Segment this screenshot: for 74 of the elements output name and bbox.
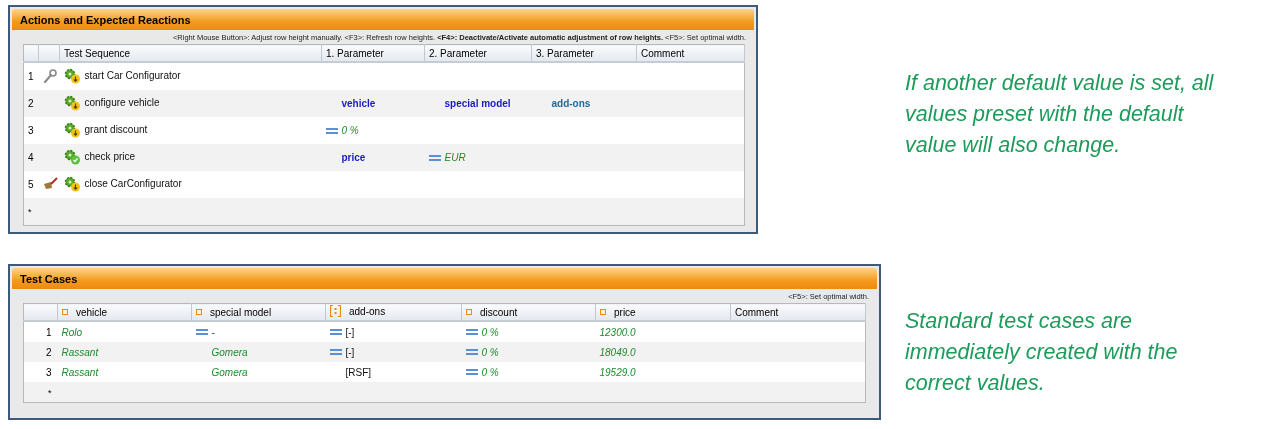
header-cell <box>38 44 60 62</box>
header-cell <box>23 303 58 321</box>
gear-check-icon <box>63 148 81 165</box>
cell-text: EUR <box>444 152 466 164</box>
caption: Standard test cases are immediately created with the correct values. <box>905 308 1179 397</box>
new-row-marker: * <box>28 207 32 217</box>
equals-icon <box>428 154 441 161</box>
column-header[interactable]: vehicle <box>57 303 192 321</box>
cell-text: 0 % <box>481 346 499 358</box>
variable-icon <box>600 309 606 316</box>
cell-text: Gomera <box>210 366 248 378</box>
gear-arrow-icon <box>63 94 81 111</box>
step-name: start Car Configurator <box>84 70 181 81</box>
step-name: close CarConfigurator <box>84 178 182 189</box>
row-number: 3 <box>23 362 58 382</box>
cell-text: Rassant <box>61 346 99 358</box>
column-header[interactable]: Comment <box>730 303 866 321</box>
row-number: 1 <box>23 321 58 342</box>
gear-arrow-icon <box>63 67 81 84</box>
equals-icon <box>465 329 478 336</box>
row-number: 3 <box>23 117 39 144</box>
wrench-icon <box>42 68 57 83</box>
column-header[interactable]: 1. Parameter <box>321 44 425 62</box>
column-header[interactable]: Test Sequence <box>59 44 322 62</box>
panel-title: Actions and Expected Reactions <box>12 9 754 30</box>
equals-icon <box>325 127 338 134</box>
list-icon <box>330 305 341 317</box>
row-number: 1 <box>23 62 39 90</box>
equals-icon <box>195 329 208 336</box>
column-header[interactable]: 3. Parameter <box>531 44 637 62</box>
cell-text: add-ons <box>550 98 591 109</box>
caption: If another default value is set, all values preset with the default value will also change. <box>905 70 1215 159</box>
equals-icon <box>465 349 478 356</box>
equals-icon <box>329 329 342 336</box>
cell-text: 18049.0 <box>599 346 636 358</box>
variable-icon <box>466 309 472 316</box>
broom-icon <box>42 177 58 190</box>
step-name: check price <box>84 151 136 162</box>
cell-text: Rassant <box>61 366 99 378</box>
row-number: 2 <box>23 90 39 117</box>
cell-text: 0 % <box>481 326 499 338</box>
column-header[interactable]: discount <box>461 303 596 321</box>
cell-text: 0 % <box>341 125 359 137</box>
step-name: configure vehicle <box>84 97 160 108</box>
new-row-marker: * <box>48 387 52 398</box>
cell-text: vehicle <box>340 98 376 109</box>
cell-text: [-] <box>345 346 355 358</box>
cell-text: special model <box>443 98 511 109</box>
row-number: 5 <box>23 171 39 198</box>
column-header[interactable]: special model <box>191 303 326 321</box>
cell-text: 0 % <box>481 366 499 378</box>
column-header[interactable]: Comment <box>636 44 745 62</box>
cell-text: - <box>211 326 215 338</box>
gear-arrow-icon <box>63 121 81 138</box>
column-header[interactable]: add-ons <box>325 303 462 321</box>
column-header[interactable]: 2. Parameter <box>424 44 532 62</box>
cell-text: 19529.0 <box>599 366 636 378</box>
cell-text: Gomera <box>210 346 248 358</box>
cell-text: Rolo <box>61 326 83 338</box>
column-header[interactable]: price <box>595 303 731 321</box>
variable-icon <box>62 309 68 316</box>
panel-title: Test Cases <box>12 268 877 289</box>
cell-text: [-] <box>345 326 355 338</box>
equals-icon <box>329 349 342 356</box>
step-name: grant discount <box>84 124 148 135</box>
header-cell <box>23 44 39 62</box>
row-number: 4 <box>23 144 39 171</box>
equals-icon <box>465 369 478 376</box>
gear-arrow-icon <box>63 175 81 192</box>
variable-icon <box>196 309 202 316</box>
row-number: 2 <box>23 342 58 362</box>
cell-text: price <box>340 152 366 163</box>
cell-text: [RSF] <box>344 366 372 378</box>
cell-text: 12300.0 <box>599 326 636 338</box>
